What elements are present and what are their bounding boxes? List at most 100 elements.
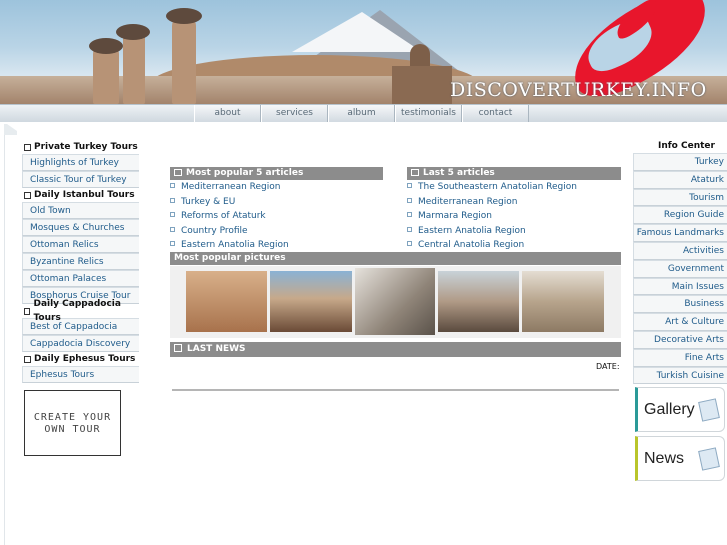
info-center-menu: Turkey Ataturk Tourism Region Guide Famo… — [633, 153, 727, 385]
tour-group-title: Daily Ephesus Tours — [22, 352, 139, 366]
info-link-turkish-cuisine[interactable]: Turkish Cuisine — [633, 366, 727, 385]
info-link-art-culture[interactable]: Art & Culture — [633, 313, 727, 331]
square-bullet-icon — [24, 355, 31, 363]
nav-tab-contact[interactable]: contact — [462, 105, 529, 122]
article-link[interactable]: Central Anatolia Region — [407, 238, 621, 253]
popular-pictures-title: Most popular pictures — [174, 253, 286, 263]
popular-pictures-header: Most popular pictures — [170, 252, 621, 265]
article-link-label: The Southeastern Anatolian Region — [418, 182, 577, 192]
tour-link-classic-tour-of-turkey[interactable]: Classic Tour of Turkey — [22, 171, 139, 188]
popular-articles-header: Most popular 5 articles — [170, 167, 383, 180]
last-articles-header: Last 5 articles — [407, 167, 621, 180]
nav-tabs: about services album testimonials contac… — [194, 105, 529, 122]
news-divider — [172, 389, 619, 391]
nav-tab-about[interactable]: about — [194, 105, 261, 122]
info-link-business[interactable]: Business — [633, 295, 727, 314]
square-bullet-icon — [24, 143, 31, 151]
info-link-region-guide[interactable]: Region Guide — [633, 206, 727, 225]
info-link-turkey[interactable]: Turkey — [633, 153, 727, 171]
news-icon — [174, 344, 182, 352]
top-navigation: about services album testimonials contac… — [0, 104, 727, 122]
square-bullet-icon — [24, 191, 31, 199]
news-promo-label: News — [644, 450, 685, 467]
article-link-label: Eastern Anatolia Region — [418, 225, 526, 236]
bullet-icon — [407, 241, 412, 246]
tour-group-label: Daily Ephesus Tours — [34, 354, 136, 364]
fairy-chimney-cap — [116, 24, 150, 40]
news-promo-button[interactable]: News — [635, 436, 725, 481]
article-icon — [411, 169, 419, 176]
article-link-label: Mediterranean Region — [418, 196, 518, 207]
tour-link-ephesus-tours[interactable]: Ephesus Tours — [22, 366, 139, 383]
bullet-icon — [170, 212, 175, 217]
article-link[interactable]: Marmara Region — [407, 209, 621, 224]
tour-link-highlights-of-turkey[interactable]: Highlights of Turkey — [22, 154, 139, 171]
date-label: DATE: — [596, 362, 620, 371]
picture-thumbnail-man-portrait[interactable] — [270, 271, 352, 332]
bullet-icon — [170, 241, 175, 246]
fairy-chimney-cap — [89, 38, 123, 54]
nav-tab-services[interactable]: services — [261, 105, 328, 122]
info-center-title: Info Center — [658, 141, 715, 151]
tour-group-title: Private Turkey Tours — [22, 140, 139, 154]
picture-thumbnail-statue[interactable] — [355, 268, 435, 335]
info-link-activities[interactable]: Activities — [633, 241, 727, 260]
last-news-header: LAST NEWS — [170, 342, 621, 357]
create-tour-line1: CREATE YOUR — [33, 412, 112, 423]
article-link-label: Reforms of Ataturk — [181, 211, 266, 221]
tour-link-byzantine-relics[interactable]: Byzantine Relics — [22, 253, 139, 270]
site-logo-text[interactable]: DISCOVERTURKEY.INFO — [450, 79, 707, 101]
last-articles-title: Last 5 articles — [423, 168, 495, 178]
picture-thumbnail-rock-church[interactable] — [186, 271, 267, 332]
tour-group-label: Daily Istanbul Tours — [34, 190, 135, 200]
tour-group-title: Daily Cappadocia Tours — [22, 299, 139, 323]
picture-thumbnail-group[interactable] — [438, 271, 519, 332]
header-banner: DISCOVERTURKEY.INFO — [0, 0, 727, 104]
page-corner-decoration — [4, 124, 17, 135]
bullet-icon — [170, 197, 175, 203]
info-link-fine-arts[interactable]: Fine Arts — [633, 348, 727, 367]
gallery-promo-button[interactable]: Gallery — [635, 387, 725, 432]
fairy-chimney-cap — [166, 8, 202, 24]
info-link-main-issues[interactable]: Main Issues — [633, 277, 727, 296]
popular-pictures-strip — [170, 266, 621, 338]
info-link-famous-landmarks[interactable]: Famous Landmarks — [633, 224, 727, 242]
article-link-label: Country Profile — [181, 225, 248, 236]
info-link-government[interactable]: Government — [633, 259, 727, 278]
bullet-icon — [170, 183, 175, 188]
tour-link-cappadocia-discovery[interactable]: Cappadocia Discovery — [22, 335, 139, 352]
article-link[interactable]: The Southeastern Anatolian Region — [407, 180, 621, 195]
fairy-chimney-image — [172, 14, 196, 104]
article-icon — [174, 169, 182, 176]
article-link-label: Eastern Anatolia Region — [181, 240, 289, 250]
bullet-icon — [407, 212, 412, 217]
article-link-label: Mediterranean Region — [181, 182, 281, 192]
create-your-own-tour-button[interactable]: CREATE YOUR OWN TOUR — [24, 390, 121, 456]
bullet-icon — [407, 183, 412, 188]
create-tour-line2: OWN TOUR — [44, 424, 101, 435]
article-link[interactable]: Eastern Anatolia Region — [170, 238, 383, 253]
last-articles-list: The Southeastern Anatolian Region Medite… — [407, 180, 621, 253]
info-link-decorative-arts[interactable]: Decorative Arts — [633, 330, 727, 349]
article-link[interactable]: Reforms of Ataturk — [170, 209, 383, 224]
info-link-tourism[interactable]: Tourism — [633, 188, 727, 207]
info-link-ataturk[interactable]: Ataturk — [633, 170, 727, 189]
tour-link-ottoman-palaces[interactable]: Ottoman Palaces — [22, 270, 139, 287]
article-link[interactable]: Turkey & EU — [170, 195, 383, 210]
popular-articles-list: Mediterranean Region Turkey & EU Reforms… — [170, 180, 383, 253]
square-bullet-icon — [24, 307, 31, 315]
article-link[interactable]: Eastern Anatolia Region — [407, 224, 621, 239]
article-link-label: Central Anatolia Region — [418, 240, 525, 250]
nav-tab-album[interactable]: album — [328, 105, 395, 122]
picture-thumbnail-amphitheater[interactable] — [522, 271, 604, 332]
article-link[interactable]: Mediterranean Region — [407, 195, 621, 210]
nav-tab-testimonials[interactable]: testimonials — [395, 105, 462, 122]
article-link[interactable]: Mediterranean Region — [170, 180, 383, 195]
tour-link-mosques-churches[interactable]: Mosques & Churches — [22, 219, 139, 236]
tour-link-old-town[interactable]: Old Town — [22, 202, 139, 219]
tour-link-ottoman-relics[interactable]: Ottoman Relics — [22, 236, 139, 253]
gallery-promo-label: Gallery — [644, 401, 695, 418]
gallery-icon — [698, 398, 720, 422]
article-link[interactable]: Country Profile — [170, 224, 383, 239]
news-doc-icon — [698, 447, 720, 471]
